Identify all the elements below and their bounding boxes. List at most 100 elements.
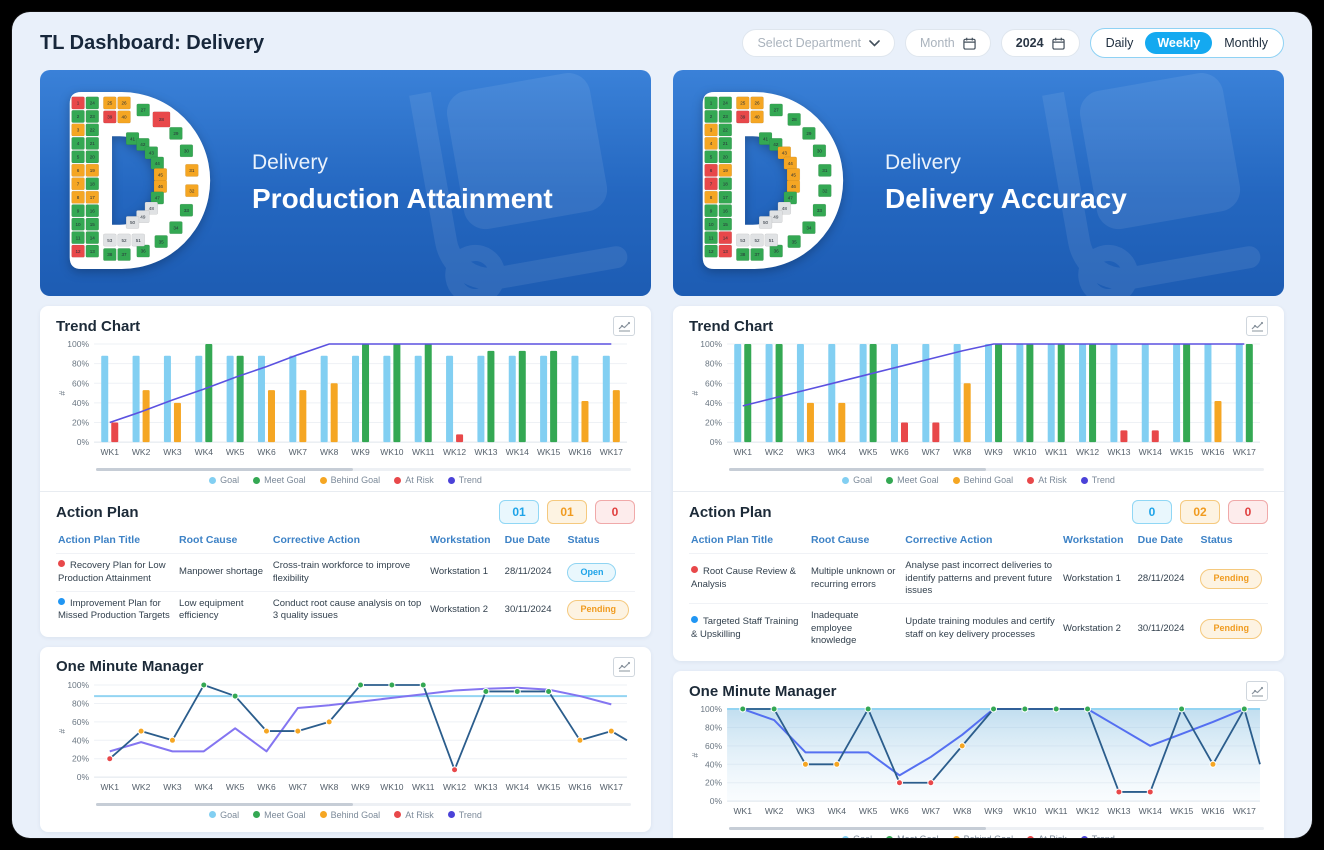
svg-text:WK11: WK11: [412, 782, 435, 792]
svg-text:60%: 60%: [705, 378, 722, 388]
table-row: Root Cause Review & Analysis Multiple un…: [689, 554, 1268, 604]
year-select-value: 2024: [1016, 36, 1044, 50]
svg-text:7: 7: [710, 182, 713, 187]
toggle-weekly[interactable]: Weekly: [1145, 32, 1212, 54]
svg-text:26: 26: [121, 101, 127, 106]
root-cause-cell: Low equipment efficiency: [177, 591, 271, 628]
col-status: Status: [565, 530, 635, 554]
root-cause-cell: Inadequate employee knowledge: [809, 604, 903, 654]
svg-text:WK2: WK2: [765, 806, 784, 816]
svg-text:44: 44: [788, 161, 794, 166]
svg-text:WK12: WK12: [1076, 806, 1099, 816]
calendar-letter-d: 1234567891011122423222120191817161514132…: [62, 88, 214, 278]
chart-scrollbar[interactable]: [96, 468, 631, 471]
svg-text:#: #: [690, 390, 700, 395]
status-dot: [691, 616, 698, 623]
svg-text:21: 21: [723, 141, 729, 146]
month-select[interactable]: Month: [905, 29, 991, 57]
legend-item: Goal: [842, 834, 872, 838]
svg-text:80%: 80%: [705, 723, 722, 733]
svg-text:4: 4: [710, 141, 713, 146]
chart-scrollbar[interactable]: [96, 803, 631, 806]
svg-text:WK3: WK3: [796, 806, 815, 816]
legend-item: Behind Goal: [320, 810, 381, 820]
expand-chart-button[interactable]: [1246, 316, 1268, 336]
risk-count-badge[interactable]: 0: [595, 500, 635, 524]
svg-text:WK10: WK10: [1013, 806, 1036, 816]
svg-text:60%: 60%: [72, 378, 89, 388]
legend-item: Trend: [448, 475, 482, 485]
svg-text:18: 18: [90, 182, 96, 187]
svg-text:WK2: WK2: [132, 447, 151, 457]
open-count-badge[interactable]: 01: [499, 500, 539, 524]
svg-text:40%: 40%: [705, 760, 722, 770]
col-due-date: Due Date: [503, 530, 566, 554]
svg-text:1: 1: [710, 101, 713, 106]
svg-text:20: 20: [90, 155, 96, 160]
svg-text:WK2: WK2: [765, 447, 784, 457]
status-dot: [58, 598, 65, 605]
mini-chart-icon: [1251, 686, 1264, 697]
pending-count-badge[interactable]: 02: [1180, 500, 1220, 524]
svg-text:WK17: WK17: [600, 447, 623, 457]
col-action-plan-title: Action Plan Title: [56, 530, 177, 554]
svg-text:20: 20: [723, 155, 729, 160]
top-bar: TL Dashboard: Delivery Select Department…: [12, 12, 1312, 68]
page-title: TL Dashboard: Delivery: [40, 32, 264, 55]
dashboard-grid: 1234567891011122423222120191817161514132…: [12, 68, 1312, 838]
legend-item: Meet Goal: [253, 810, 306, 820]
action-plan-table: Action Plan Title Root Cause Corrective …: [689, 530, 1268, 653]
svg-text:60%: 60%: [72, 716, 89, 726]
svg-text:WK14: WK14: [506, 447, 529, 457]
svg-text:49: 49: [140, 214, 146, 219]
toggle-daily[interactable]: Daily: [1094, 32, 1146, 54]
svg-text:WK9: WK9: [351, 782, 370, 792]
svg-text:48: 48: [782, 206, 788, 211]
mini-chart-icon: [618, 321, 631, 332]
svg-text:WK12: WK12: [443, 447, 466, 457]
legend-item: At Risk: [1027, 834, 1067, 838]
col-workstation: Workstation: [428, 530, 503, 554]
svg-text:100%: 100%: [67, 339, 89, 349]
svg-text:WK9: WK9: [984, 806, 1003, 816]
expand-chart-button[interactable]: [613, 316, 635, 336]
status-badge: Pending: [1200, 619, 1262, 639]
toggle-monthly[interactable]: Monthly: [1212, 32, 1280, 54]
risk-count-badge[interactable]: 0: [1228, 500, 1268, 524]
calendar-letter-d: 1234567891011122423222120191817161514132…: [695, 88, 847, 278]
expand-chart-button[interactable]: [613, 657, 635, 677]
expand-chart-button[interactable]: [1246, 681, 1268, 701]
open-count-badge[interactable]: 0: [1132, 500, 1172, 524]
chart-legend: GoalMeet GoalBehind GoalAt RiskTrend: [56, 810, 635, 820]
corrective-action-cell: Update training modules and certify staf…: [903, 604, 1061, 654]
banner-subtitle: Delivery: [252, 151, 553, 175]
svg-text:22: 22: [723, 128, 729, 133]
action-plan-table: Action Plan Title Root Cause Corrective …: [56, 530, 635, 628]
svg-text:22: 22: [90, 128, 96, 133]
corrective-action-cell: Analyse past incorrect deliveries to ide…: [903, 554, 1061, 604]
chart-scrollbar[interactable]: [729, 468, 1264, 471]
chart-scrollbar[interactable]: [729, 827, 1264, 830]
banner-title: Production Attainment: [252, 183, 553, 215]
svg-text:0%: 0%: [710, 796, 723, 806]
svg-text:WK5: WK5: [226, 782, 245, 792]
svg-text:13: 13: [90, 249, 96, 254]
svg-text:33: 33: [184, 208, 190, 213]
department-select[interactable]: Select Department: [742, 29, 895, 57]
svg-text:42: 42: [140, 142, 146, 147]
svg-text:53: 53: [740, 238, 746, 243]
department-select-placeholder: Select Department: [757, 36, 861, 50]
pending-count-badge[interactable]: 01: [547, 500, 587, 524]
svg-text:WK3: WK3: [163, 782, 182, 792]
svg-text:6: 6: [77, 168, 80, 173]
svg-text:WK4: WK4: [828, 806, 847, 816]
svg-text:WK16: WK16: [1201, 447, 1224, 457]
svg-text:18: 18: [723, 182, 729, 187]
svg-text:31: 31: [822, 168, 828, 173]
svg-text:WK7: WK7: [289, 782, 308, 792]
year-select[interactable]: 2024: [1001, 29, 1080, 57]
svg-text:28: 28: [159, 117, 165, 122]
chart-legend: GoalMeet GoalBehind GoalAt RiskTrend: [56, 475, 635, 485]
svg-text:53: 53: [107, 238, 113, 243]
svg-text:WK1: WK1: [101, 782, 120, 792]
